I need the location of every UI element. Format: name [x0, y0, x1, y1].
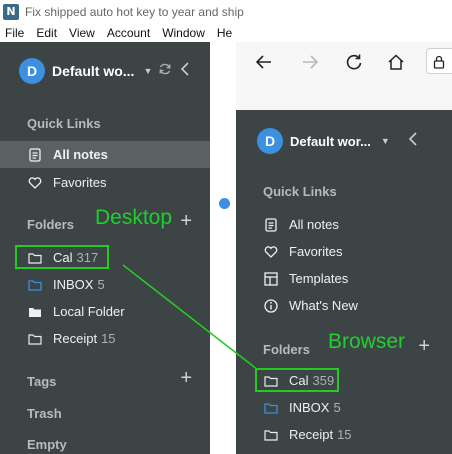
- account-name: Default wor...: [290, 133, 371, 149]
- folder-name: Receipt: [289, 427, 334, 442]
- folder-receipt[interactable]: Receipt 15: [0, 325, 210, 352]
- folder-count: 5: [97, 277, 105, 292]
- folder-count: 5: [333, 400, 341, 415]
- folder-name: Receipt: [53, 331, 98, 346]
- heart-icon: [264, 245, 278, 259]
- caret-down-icon[interactable]: ▼: [381, 136, 390, 146]
- folders-heading: Folders: [263, 342, 310, 357]
- browser-window: D Default wor... ▼ Quick Links All notes…: [236, 42, 452, 454]
- folder-count: 15: [337, 427, 352, 442]
- menu-bar: File Edit View Account Window He: [0, 23, 452, 42]
- folders-heading: Folders: [27, 217, 74, 232]
- browser-bookmarks-strip: [236, 82, 452, 110]
- menu-help[interactable]: He: [211, 26, 238, 40]
- account-name: Default wo...: [52, 63, 135, 79]
- menu-file[interactable]: File: [0, 26, 30, 40]
- folder-icon: [264, 428, 278, 442]
- empty-trash-link[interactable]: Empty: [27, 437, 67, 452]
- forward-arrow-icon[interactable]: [290, 44, 330, 80]
- heart-icon: [28, 176, 42, 190]
- template-icon: [264, 271, 278, 286]
- folder-icon: [264, 401, 278, 415]
- desktop-cal-highlight: [15, 245, 109, 269]
- nav-label: What's New: [289, 298, 358, 313]
- menu-account[interactable]: Account: [101, 26, 156, 40]
- nav-label: Favorites: [53, 175, 107, 190]
- collapse-chevron-icon[interactable]: [180, 61, 190, 82]
- folder-receipt[interactable]: Receipt 15: [236, 421, 452, 448]
- menu-edit[interactable]: Edit: [30, 26, 63, 40]
- folder-icon: [28, 332, 42, 346]
- quick-links-heading: Quick Links: [27, 116, 101, 131]
- menu-window[interactable]: Window: [156, 26, 211, 40]
- folder-name: INBOX: [53, 277, 94, 292]
- nav-label: Favorites: [289, 244, 343, 259]
- trash-heading[interactable]: Trash: [27, 406, 62, 421]
- window-titlebar: N Fix shipped auto hot key to year and s…: [0, 0, 452, 23]
- nav-label: All notes: [289, 217, 339, 232]
- address-bar[interactable]: [426, 48, 452, 74]
- menu-view[interactable]: View: [63, 26, 101, 40]
- add-folder-icon[interactable]: +: [418, 335, 430, 358]
- folder-name: INBOX: [289, 400, 330, 415]
- status-dot: [219, 198, 230, 209]
- folder-local[interactable]: Local Folder: [0, 298, 210, 325]
- add-tag-icon[interactable]: +: [180, 367, 192, 390]
- nav-favorites[interactable]: Favorites: [0, 169, 210, 196]
- folder-count: 15: [101, 331, 116, 346]
- app-logo-icon: N: [3, 3, 19, 20]
- avatar: D: [257, 128, 283, 154]
- window-title: Fix shipped auto hot key to year and shi…: [25, 4, 244, 19]
- folder-inbox[interactable]: INBOX 5: [0, 271, 210, 298]
- home-icon[interactable]: [376, 44, 416, 80]
- nav-all-notes[interactable]: All notes: [0, 141, 210, 168]
- info-icon: [264, 298, 278, 313]
- note-icon: [28, 147, 42, 162]
- nav-whats-new[interactable]: What's New: [236, 292, 452, 319]
- browser-toolbar: [236, 42, 452, 82]
- folder-name: Local Folder: [53, 304, 125, 319]
- browser-cal-highlight: [255, 368, 339, 392]
- reload-icon[interactable]: [334, 44, 374, 80]
- account-switcher[interactable]: D Default wor... ▼: [236, 110, 452, 172]
- folder-icon: [28, 278, 42, 292]
- nav-templates[interactable]: Templates: [236, 265, 452, 292]
- account-switcher[interactable]: D Default wo... ▼: [0, 42, 210, 100]
- desktop-annotation-label: Desktop: [95, 206, 173, 229]
- nav-label: Templates: [289, 271, 349, 286]
- quick-links-heading: Quick Links: [263, 184, 337, 199]
- add-folder-icon[interactable]: +: [180, 210, 192, 233]
- tags-heading: Tags: [27, 374, 57, 389]
- nav-label: All notes: [53, 147, 108, 162]
- back-arrow-icon[interactable]: [244, 44, 284, 80]
- folder-solid-icon: [28, 305, 42, 319]
- folder-inbox[interactable]: INBOX 5: [236, 394, 452, 421]
- browser-annotation-label: Browser: [328, 330, 406, 353]
- browser-sidebar: D Default wor... ▼ Quick Links All notes…: [236, 110, 452, 454]
- sync-icon[interactable]: [158, 62, 172, 81]
- note-icon: [264, 217, 278, 232]
- collapse-chevron-icon[interactable]: [408, 131, 418, 152]
- caret-down-icon[interactable]: ▼: [143, 66, 152, 76]
- nav-all-notes[interactable]: All notes: [236, 211, 452, 238]
- lock-icon: [433, 55, 445, 69]
- nav-favorites[interactable]: Favorites: [236, 238, 452, 265]
- avatar: D: [19, 58, 45, 84]
